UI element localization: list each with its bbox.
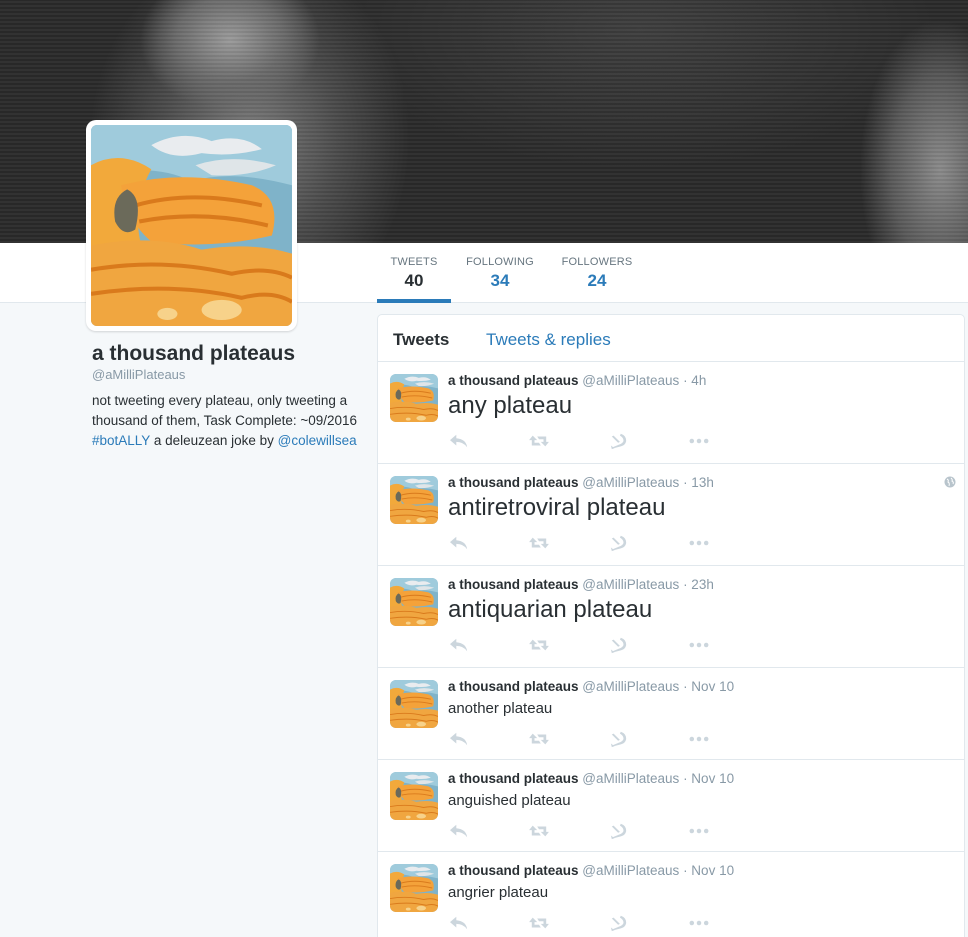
tweet-author-name[interactable]: a thousand plateaus <box>448 679 579 694</box>
more-icon[interactable] <box>688 730 710 748</box>
tweet-author-handle[interactable]: @aMilliPlateaus <box>582 475 679 490</box>
tweet-header: a thousand plateaus @aMilliPlateaus · No… <box>448 863 734 878</box>
timeline: Tweets Tweets & replies a thousand plate… <box>377 314 965 937</box>
stat-tweets[interactable]: TWEETS 40 <box>377 243 451 303</box>
tweet-header: a thousand plateaus @aMilliPlateaus · 4h <box>448 373 706 388</box>
retweet-icon[interactable] <box>528 432 550 450</box>
reply-icon[interactable] <box>448 914 470 932</box>
tweet-author-name[interactable]: a thousand plateaus <box>448 475 579 490</box>
tweet-author-handle[interactable]: @aMilliPlateaus <box>582 863 679 878</box>
hammer-sickle-icon[interactable] <box>608 636 630 654</box>
stat-following-label: FOLLOWING <box>466 256 534 268</box>
hammer-sickle-icon[interactable] <box>608 914 630 932</box>
hammer-sickle-icon[interactable] <box>608 822 630 840</box>
globe-icon <box>944 476 956 488</box>
tweet-author-name[interactable]: a thousand plateaus <box>448 863 579 878</box>
tweet-header: a thousand plateaus @aMilliPlateaus · No… <box>448 679 734 694</box>
profile-name[interactable]: a thousand plateaus <box>92 342 295 366</box>
tweet-avatar[interactable] <box>390 680 438 728</box>
profile-avatar[interactable] <box>86 120 297 331</box>
tweet-timestamp[interactable]: · Nov 10 <box>683 679 734 694</box>
tweet-header: a thousand plateaus @aMilliPlateaus · No… <box>448 771 734 786</box>
tweet-item[interactable]: a thousand plateaus @aMilliPlateaus · 13… <box>378 464 964 566</box>
bio-mention-link[interactable]: @colewillsea <box>278 433 357 448</box>
plateau-avatar-image <box>91 125 292 326</box>
profile-handle[interactable]: @aMilliPlateaus <box>92 367 185 382</box>
tweet-author-handle[interactable]: @aMilliPlateaus <box>582 577 679 592</box>
tweet-author-handle[interactable]: @aMilliPlateaus <box>582 679 679 694</box>
hammer-sickle-icon[interactable] <box>608 730 630 748</box>
tweet-text: antiquarian plateau <box>448 596 653 623</box>
bio-hashtag-link[interactable]: #botALLY <box>92 433 150 448</box>
tweet-text: any plateau <box>448 392 573 419</box>
tweet-text: another plateau <box>448 700 553 717</box>
tweet-item[interactable]: a thousand plateaus @aMilliPlateaus · No… <box>378 852 964 937</box>
tweet-timestamp[interactable]: · 13h <box>683 475 714 490</box>
tweet-actions <box>448 534 728 552</box>
reply-icon[interactable] <box>448 636 470 654</box>
tweet-avatar[interactable] <box>390 374 438 422</box>
stat-followers-label: FOLLOWERS <box>561 256 633 268</box>
stat-tweets-value: 40 <box>404 271 424 290</box>
tweet-item[interactable]: a thousand plateaus @aMilliPlateaus · No… <box>378 760 964 852</box>
more-icon[interactable] <box>688 822 710 840</box>
tweet-actions <box>448 636 728 654</box>
tweet-text: angrier plateau <box>448 884 549 901</box>
retweet-icon[interactable] <box>528 636 550 654</box>
tweet-avatar[interactable] <box>390 476 438 524</box>
stat-following[interactable]: FOLLOWING 34 <box>462 243 538 303</box>
more-icon[interactable] <box>688 914 710 932</box>
tweet-actions <box>448 432 728 450</box>
tweet-avatar[interactable] <box>390 578 438 626</box>
tweet-item[interactable]: a thousand plateaus @aMilliPlateaus · 4h… <box>378 362 964 464</box>
retweet-icon[interactable] <box>528 822 550 840</box>
more-icon[interactable] <box>688 534 710 552</box>
tweet-timestamp[interactable]: · Nov 10 <box>683 771 734 786</box>
tweet-actions <box>448 822 728 840</box>
timeline-tabs: Tweets Tweets & replies <box>378 315 964 362</box>
stat-followers[interactable]: FOLLOWERS 24 <box>556 243 638 303</box>
reply-icon[interactable] <box>448 730 470 748</box>
tweet-timestamp[interactable]: · 4h <box>683 373 706 388</box>
bio-text-1: not tweeting every plateau, only tweetin… <box>92 393 358 428</box>
hammer-sickle-icon[interactable] <box>608 432 630 450</box>
tweet-text: antiretroviral plateau <box>448 494 666 521</box>
tweet-header: a thousand plateaus @aMilliPlateaus · 13… <box>448 475 714 490</box>
tweet-header: a thousand plateaus @aMilliPlateaus · 23… <box>448 577 714 592</box>
stat-tweets-label: TWEETS <box>390 256 438 268</box>
tweet-author-name[interactable]: a thousand plateaus <box>448 373 579 388</box>
hammer-sickle-icon[interactable] <box>608 534 630 552</box>
profile-bio: not tweeting every plateau, only tweetin… <box>92 391 362 451</box>
tab-tweets-replies[interactable]: Tweets & replies <box>486 330 611 350</box>
tweet-timestamp[interactable]: · 23h <box>683 577 714 592</box>
stat-followers-value: 24 <box>587 271 607 290</box>
stat-following-value: 34 <box>490 271 510 290</box>
reply-icon[interactable] <box>448 432 470 450</box>
retweet-icon[interactable] <box>528 914 550 932</box>
more-icon[interactable] <box>688 432 710 450</box>
tweet-item[interactable]: a thousand plateaus @aMilliPlateaus · No… <box>378 668 964 760</box>
tweet-actions <box>448 914 728 932</box>
bio-text-2: a deleuzean joke by <box>150 433 278 448</box>
more-icon[interactable] <box>688 636 710 654</box>
tweet-author-handle[interactable]: @aMilliPlateaus <box>582 373 679 388</box>
tweet-actions <box>448 730 728 748</box>
tweet-item[interactable]: a thousand plateaus @aMilliPlateaus · 23… <box>378 566 964 668</box>
reply-icon[interactable] <box>448 822 470 840</box>
tweet-avatar[interactable] <box>390 772 438 820</box>
tweet-timestamp[interactable]: · Nov 10 <box>683 863 734 878</box>
retweet-icon[interactable] <box>528 730 550 748</box>
reply-icon[interactable] <box>448 534 470 552</box>
retweet-icon[interactable] <box>528 534 550 552</box>
tweet-author-handle[interactable]: @aMilliPlateaus <box>582 771 679 786</box>
tab-tweets[interactable]: Tweets <box>393 330 449 350</box>
tweet-avatar[interactable] <box>390 864 438 912</box>
tweet-text: anguished plateau <box>448 792 571 809</box>
tweet-author-name[interactable]: a thousand plateaus <box>448 771 579 786</box>
tweet-author-name[interactable]: a thousand plateaus <box>448 577 579 592</box>
